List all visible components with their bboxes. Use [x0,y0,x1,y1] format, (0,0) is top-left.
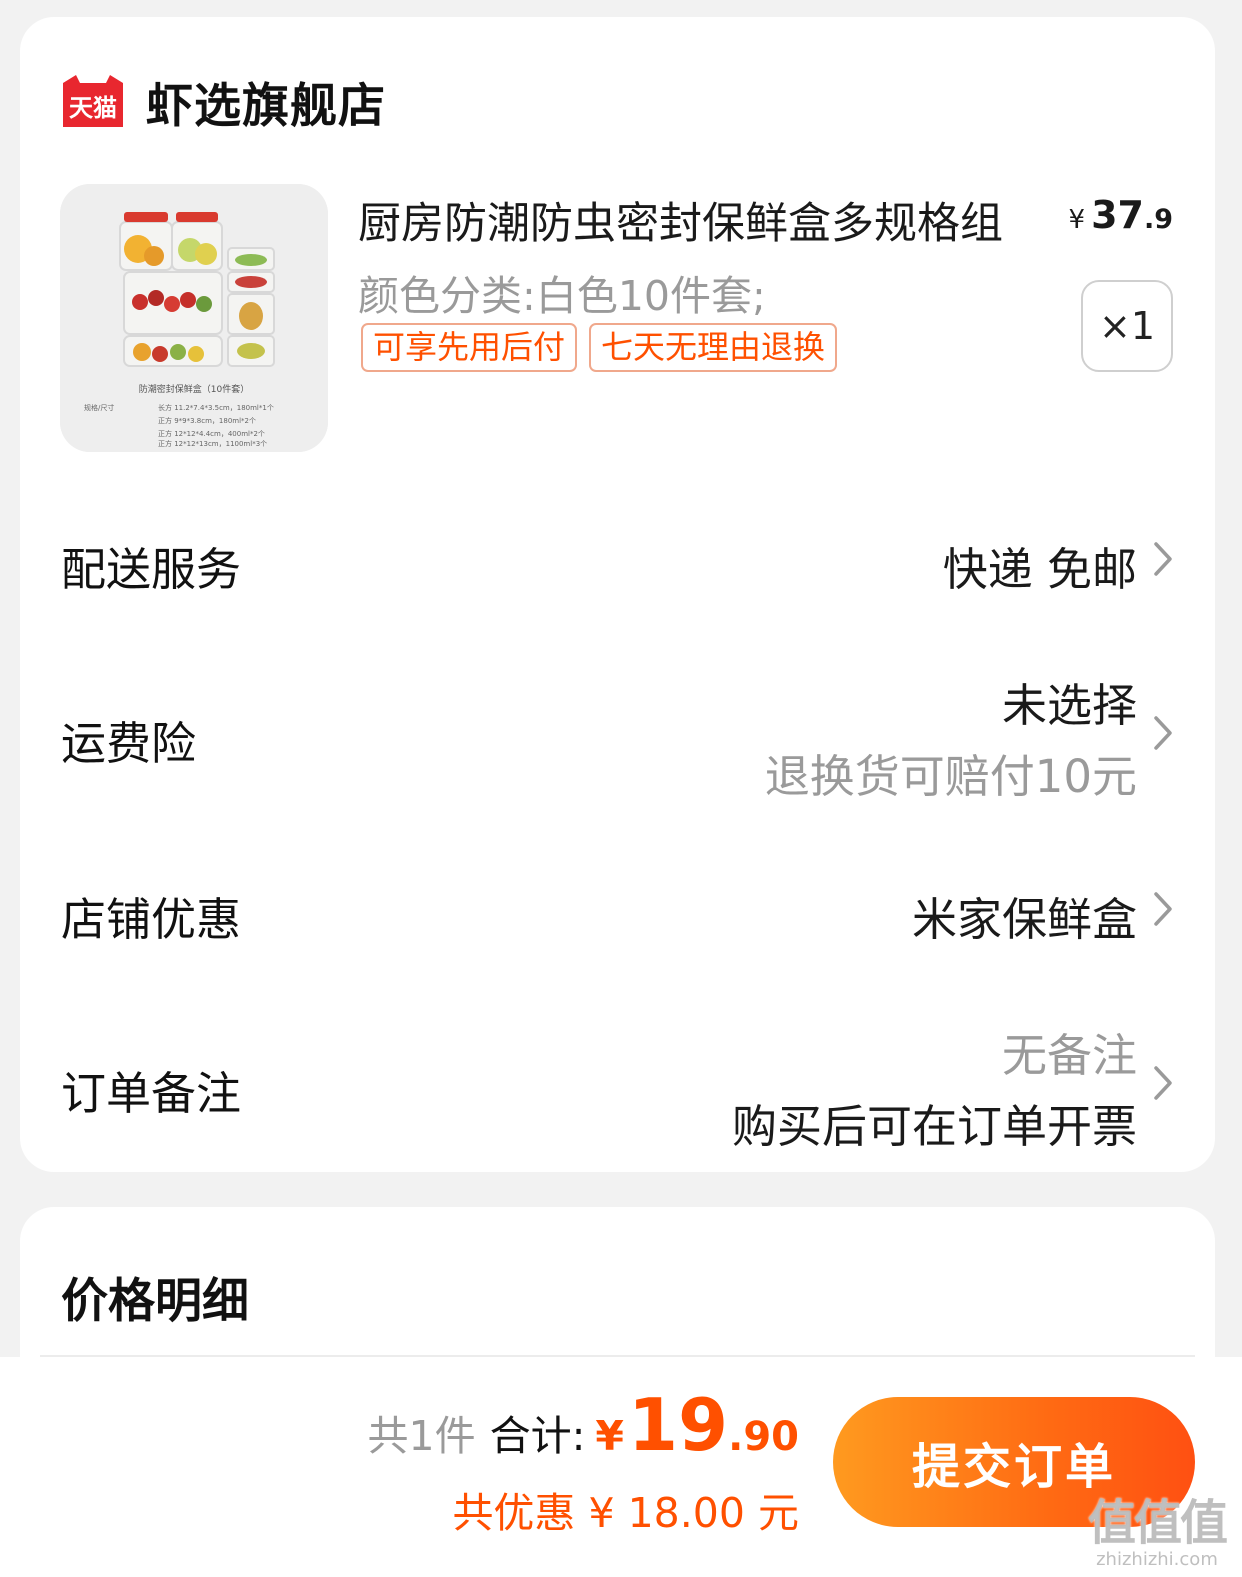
checkout-page: 天猫 虾选旗舰店 防潮密封保鲜盒（10件套） 规格/尺寸 长方 11.2*7.4… [0,0,1242,1577]
order-note-row[interactable]: 订单备注 无备注 购买后可在订单开票 [20,1007,1215,1167]
image-caption: 防潮密封保鲜盒（10件套） [139,383,249,395]
price-detail-title: 价格明细 [61,1274,249,1329]
product-title[interactable]: 厨房防潮防虫密封保鲜盒多规格组 [358,189,1003,251]
product-variant[interactable]: 颜色分类:白色10件套; [358,262,766,322]
image-spec-line: 长方 11.2*7.4*3.5cm，180ml*1个 [158,403,274,412]
bottom-bar: 共1件 合计: ¥ 19 .90 共优惠 ¥ 18.00 元 提交订单 [0,1357,1242,1577]
shipping-insurance-label: 运费险 [61,717,197,770]
price-integer: 37 [1091,193,1144,237]
tag-pay-later: 可享先用后付 [361,323,578,372]
image-spec-label: 规格/尺寸 [84,403,114,412]
chevron-right-icon [1154,892,1172,926]
price-decimal: .9 [1143,204,1173,235]
order-note-value: 无备注 [1001,1029,1137,1082]
shipping-insurance-value: 未选择 [1001,679,1137,732]
product-image[interactable]: 防潮密封保鲜盒（10件套） 规格/尺寸 长方 11.2*7.4*3.5cm，18… [60,184,328,452]
store-discount-label: 店铺优惠 [61,893,242,946]
total-summary: 共1件 合计: ¥ 19 .90 [367,1383,799,1467]
tag-7day-return: 七天无理由退换 [589,323,838,372]
shipping-insurance-row[interactable]: 运费险 未选择 退换货可赔付10元 [20,657,1215,817]
chevron-right-icon [1154,1066,1172,1100]
order-note-label: 订单备注 [61,1067,242,1120]
order-note-invoice-hint: 购买后可在订单开票 [731,1100,1137,1153]
product-price: ¥37.9 [1069,193,1173,237]
image-spec-line: 正方 12*12*4.4cm，400ml*2个 [158,429,265,438]
delivery-value: 快递 免邮 [942,543,1137,596]
delivery-row[interactable]: 配送服务 快递 免邮 [20,497,1215,617]
chevron-right-icon [1154,716,1172,750]
quantity-stepper[interactable]: ×1 [1081,280,1173,372]
store-header[interactable]: 天猫 虾选旗舰店 [60,73,386,134]
tmall-logo-icon: 天猫 [60,73,126,129]
discount-summary[interactable]: 共优惠 ¥ 18.00 元 [452,1479,799,1539]
image-spec-line: 正方 12*12*13cm，1100ml*3个 [158,439,267,448]
total-label: 合计: [489,1412,586,1460]
total-integer: 19 [627,1383,729,1467]
store-name[interactable]: 虾选旗舰店 [146,67,386,136]
order-card: 天猫 虾选旗舰店 防潮密封保鲜盒（10件套） 规格/尺寸 长方 11.2*7.4… [20,17,1215,1172]
price-currency: ¥ [1068,205,1086,235]
total-currency: ¥ [595,1412,624,1460]
shipping-insurance-sub: 退换货可赔付10元 [764,750,1137,803]
store-discount-value: 米家保鲜盒 [911,893,1137,946]
submit-order-button[interactable]: 提交订单 [833,1397,1195,1527]
service-tags: 可享先用后付 七天无理由退换 [361,323,838,372]
delivery-label: 配送服务 [61,543,242,596]
tmall-logo-text: 天猫 [69,94,117,122]
image-spec-line: 正方 9*9*3.8cm，180ml*2个 [158,416,256,425]
total-decimal: .90 [728,1414,799,1460]
chevron-right-icon [1154,542,1172,576]
store-discount-row[interactable]: 店铺优惠 米家保鲜盒 [20,847,1215,967]
item-count: 共1件 [367,1412,476,1460]
